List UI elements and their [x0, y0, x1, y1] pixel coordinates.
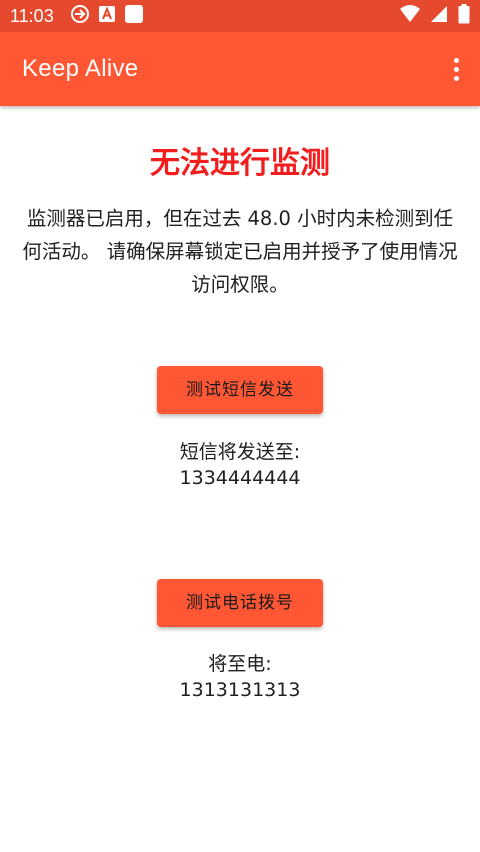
main-content: 无法进行监测 监测器已启用，但在过去 48.0 小时内未检测到任何活动。 请确保…	[0, 106, 480, 852]
call-target-label: 将至电:	[208, 653, 272, 675]
text-a-icon	[98, 5, 116, 27]
menu-dot	[453, 66, 459, 72]
test-call-button[interactable]: 测试电话拨号	[157, 579, 323, 627]
square-notification-icon	[124, 4, 144, 28]
menu-dot	[453, 57, 459, 63]
sync-icon	[70, 4, 90, 28]
cell-signal-icon	[430, 5, 448, 27]
battery-icon	[458, 4, 470, 28]
sms-target-label: 短信将发送至:	[179, 441, 301, 463]
app-bar: Keep Alive	[0, 32, 480, 106]
status-system-icons	[400, 4, 470, 28]
call-target-number: 1313131313	[179, 679, 301, 701]
status-notification-icons	[70, 4, 144, 28]
test-sms-button[interactable]: 测试短信发送	[157, 366, 323, 414]
app-title: Keep Alive	[22, 55, 139, 82]
status-time: 11:03	[10, 6, 54, 26]
overflow-menu-icon[interactable]	[446, 54, 466, 84]
wifi-icon	[400, 5, 420, 27]
alert-title: 无法进行监测	[150, 146, 330, 181]
sms-target-number: 1334444444	[179, 467, 301, 489]
status-bar: 11:03	[0, 0, 480, 32]
menu-dot	[453, 75, 459, 81]
alert-message: 监测器已启用，但在过去 48.0 小时内未检测到任何活动。 请确保屏幕锁定已启用…	[22, 207, 458, 296]
